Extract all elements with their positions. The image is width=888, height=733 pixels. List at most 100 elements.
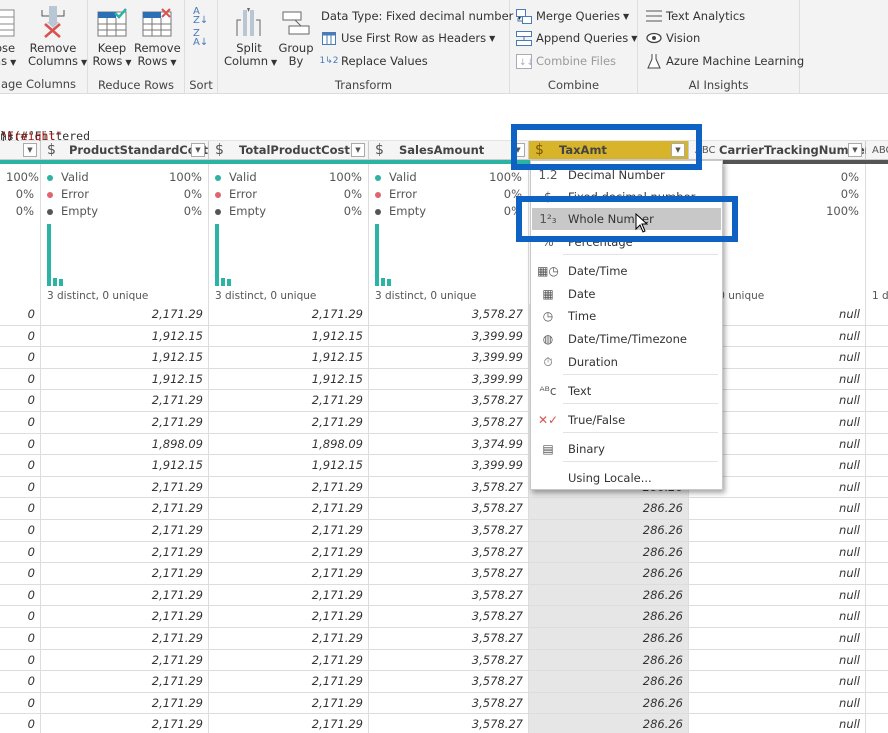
table-cell[interactable]: 2,171.29 xyxy=(209,520,369,542)
table-cell[interactable]: 2,171.29 xyxy=(209,498,369,520)
column-header-col0[interactable]: ▼ xyxy=(0,141,41,160)
table-cell[interactable] xyxy=(866,585,888,607)
table-cell[interactable]: null xyxy=(689,541,866,564)
table-cell[interactable]: 286.26 xyxy=(529,498,689,520)
table-cell[interactable]: 2,171.29 xyxy=(41,498,209,520)
table-cell[interactable]: 2,171.29 xyxy=(41,541,209,564)
table-cell[interactable]: 0 xyxy=(0,304,41,326)
table-cell[interactable]: 2,171.29 xyxy=(209,671,369,693)
histogram-bar[interactable] xyxy=(53,278,57,286)
table-cell[interactable]: 286.26 xyxy=(529,649,689,672)
keep-rows-button[interactable]: Keep Rows ▼ xyxy=(92,4,132,69)
vision-button[interactable]: Vision xyxy=(646,29,700,47)
table-cell[interactable]: 3,578.27 xyxy=(369,520,529,542)
table-cell[interactable]: 1,898.09 xyxy=(41,433,209,456)
table-cell[interactable]: 2,171.29 xyxy=(41,606,209,628)
currency-type-icon[interactable]: $ xyxy=(375,142,391,158)
currency-type-icon[interactable]: $ xyxy=(215,142,231,158)
table-cell[interactable] xyxy=(866,434,888,456)
table-cell[interactable]: 286.26 xyxy=(529,628,689,650)
table-cell[interactable]: 286.26 xyxy=(529,563,689,585)
text-type-icon[interactable]: ABC xyxy=(872,145,888,156)
column-header-productstandardcost[interactable]: $ ProductStandardCost ▼ xyxy=(41,141,209,160)
table-cell[interactable]: null xyxy=(689,692,866,715)
column-filter-dropdown-icon[interactable]: ▼ xyxy=(848,143,862,157)
table-cell[interactable] xyxy=(866,542,888,564)
column-header-totalproductcost[interactable]: $ TotalProductCost ▼ xyxy=(209,141,369,160)
menu-item-binary[interactable]: ▤ Binary xyxy=(532,438,721,460)
table-cell[interactable] xyxy=(866,369,888,391)
table-cell[interactable]: 1,898.09 xyxy=(209,433,369,456)
table-cell[interactable]: null xyxy=(689,606,866,628)
table-cell[interactable]: 2,171.29 xyxy=(209,304,369,326)
table-cell[interactable]: 2,171.29 xyxy=(41,714,209,733)
menu-item-using-locale[interactable]: Using Locale... xyxy=(532,467,721,489)
table-cell[interactable]: 3,399.99 xyxy=(369,347,529,369)
menu-item-time[interactable]: ◷ Time xyxy=(532,305,721,327)
table-cell[interactable]: null xyxy=(689,584,866,607)
table-cell[interactable]: 2,171.29 xyxy=(41,671,209,693)
table-cell[interactable] xyxy=(866,390,888,412)
table-cell[interactable] xyxy=(866,650,888,672)
table-cell[interactable]: 1,912.15 xyxy=(209,325,369,348)
table-cell[interactable]: 3,578.27 xyxy=(369,671,529,693)
table-cell[interactable]: 2,171.29 xyxy=(41,390,209,412)
table-cell[interactable]: 0 xyxy=(0,714,41,733)
table-cell[interactable]: 3,578.27 xyxy=(369,692,529,715)
table-cell[interactable] xyxy=(866,628,888,650)
table-cell[interactable]: 286.26 xyxy=(529,541,689,564)
table-cell[interactable]: 1,912.15 xyxy=(41,325,209,348)
replace-values-button[interactable]: 1↳2 Replace Values xyxy=(320,52,428,70)
table-cell[interactable]: null xyxy=(689,671,866,693)
table-cell[interactable]: null xyxy=(689,520,866,542)
data-type-dropdown[interactable]: Data Type: Fixed decimal number▼ xyxy=(321,7,523,25)
table-cell[interactable]: 0 xyxy=(0,584,41,607)
table-cell[interactable]: 3,578.27 xyxy=(369,476,529,499)
table-cell[interactable]: null xyxy=(689,498,866,520)
histogram-bar[interactable] xyxy=(59,279,63,286)
table-cell[interactable]: 286.26 xyxy=(529,520,689,542)
combine-files-button[interactable]: ↓↓ Combine Files xyxy=(516,52,616,70)
table-cell[interactable]: 2,171.29 xyxy=(209,628,369,650)
group-by-button[interactable]: Group By xyxy=(276,4,316,68)
table-cell[interactable]: 2,171.29 xyxy=(209,412,369,434)
table-cell[interactable]: 3,578.27 xyxy=(369,606,529,628)
table-cell[interactable]: 2,171.29 xyxy=(41,628,209,650)
table-cell[interactable]: 2,171.29 xyxy=(209,563,369,585)
table-cell[interactable]: 286.26 xyxy=(529,714,689,733)
remove-rows-button[interactable]: Remove Rows ▼ xyxy=(134,4,181,69)
histogram-bar[interactable] xyxy=(381,278,385,286)
table-cell[interactable] xyxy=(866,520,888,542)
table-cell[interactable] xyxy=(866,563,888,585)
menu-item-text[interactable]: ᴬᴮc Text xyxy=(532,380,721,402)
menu-item-duration[interactable]: ⏱ Duration xyxy=(532,351,721,373)
column-header-carriertrackingnumber[interactable]: ABC CarrierTrackingNumber ▼ xyxy=(689,141,870,160)
table-cell[interactable]: null xyxy=(689,714,866,733)
table-cell[interactable]: 286.26 xyxy=(529,584,689,607)
table-cell[interactable]: 0 xyxy=(0,412,41,434)
table-cell[interactable]: null xyxy=(689,563,866,585)
remove-columns-button[interactable]: Remove Columns ▼ xyxy=(28,4,87,69)
formula-bar[interactable]: ns(#"Filtered Rows1",{"Freight"}) xyxy=(0,95,888,157)
table-cell[interactable]: 3,578.27 xyxy=(369,304,529,326)
table-cell[interactable]: 3,578.27 xyxy=(369,628,529,650)
table-cell[interactable]: 2,171.29 xyxy=(209,606,369,628)
table-cell[interactable] xyxy=(866,455,888,477)
table-cell[interactable] xyxy=(866,347,888,369)
table-cell[interactable]: 1,912.15 xyxy=(41,368,209,391)
table-cell[interactable]: null xyxy=(689,628,866,650)
table-cell[interactable]: 3,578.27 xyxy=(369,412,529,434)
table-cell[interactable]: 3,578.27 xyxy=(369,649,529,672)
table-cell[interactable]: 0 xyxy=(0,671,41,693)
table-cell[interactable]: 286.26 xyxy=(529,671,689,693)
table-cell[interactable]: 1,912.15 xyxy=(209,455,369,477)
table-cell[interactable]: 0 xyxy=(0,520,41,542)
table-cell[interactable]: 0 xyxy=(0,498,41,520)
split-column-button[interactable]: Split Column ▼ xyxy=(224,4,277,69)
table-cell[interactable] xyxy=(866,477,888,499)
table-cell[interactable]: 3,578.27 xyxy=(369,563,529,585)
histogram-bar[interactable] xyxy=(221,278,225,286)
table-cell[interactable] xyxy=(866,693,888,715)
sort-ascending-button[interactable]: A Z↓ xyxy=(193,6,208,26)
table-cell[interactable]: 0 xyxy=(0,541,41,564)
